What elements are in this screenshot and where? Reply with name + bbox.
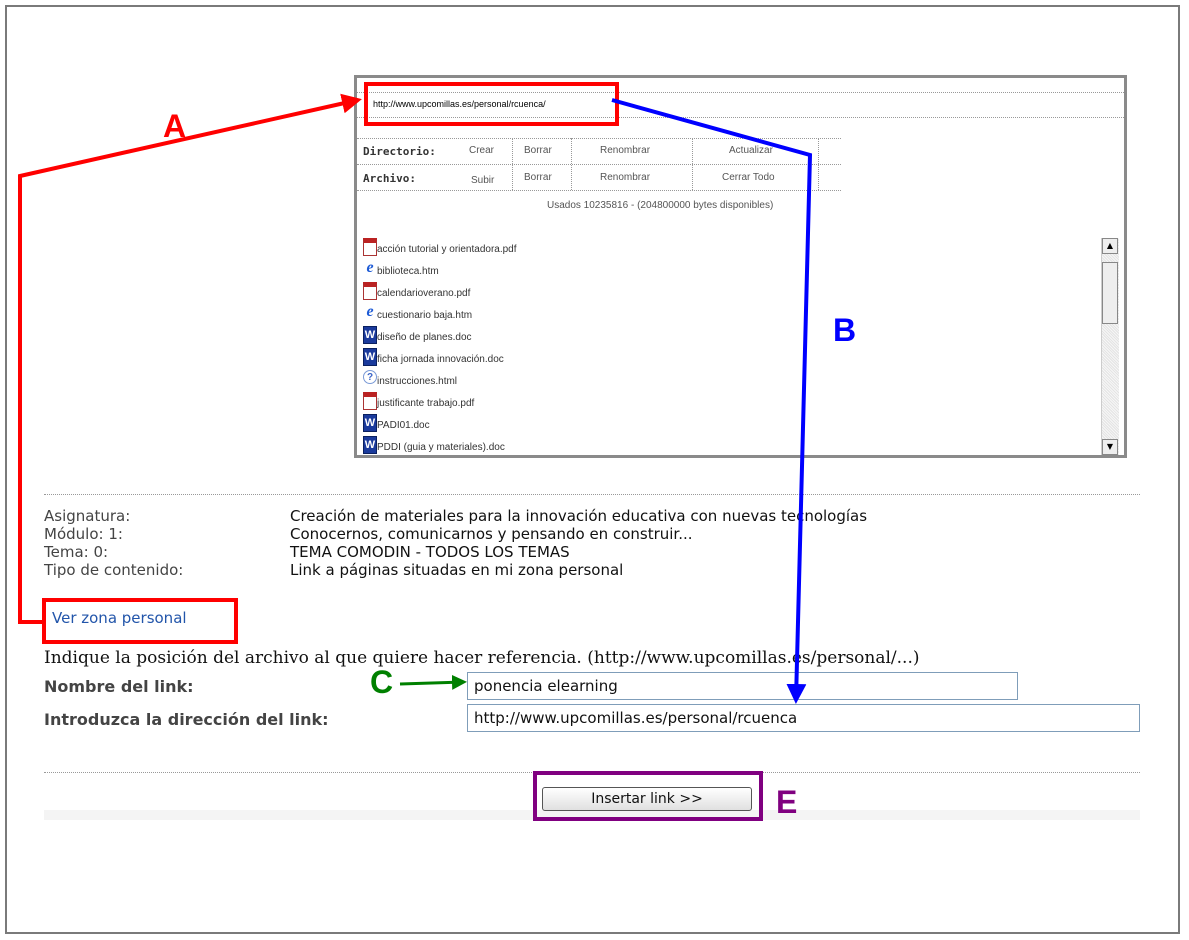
annotation-letter-e: E: [776, 784, 798, 820]
annotation-letter-b: B: [833, 312, 857, 348]
annotation-letter-c: C: [370, 664, 394, 700]
annotation-letter-a: A: [163, 108, 187, 144]
